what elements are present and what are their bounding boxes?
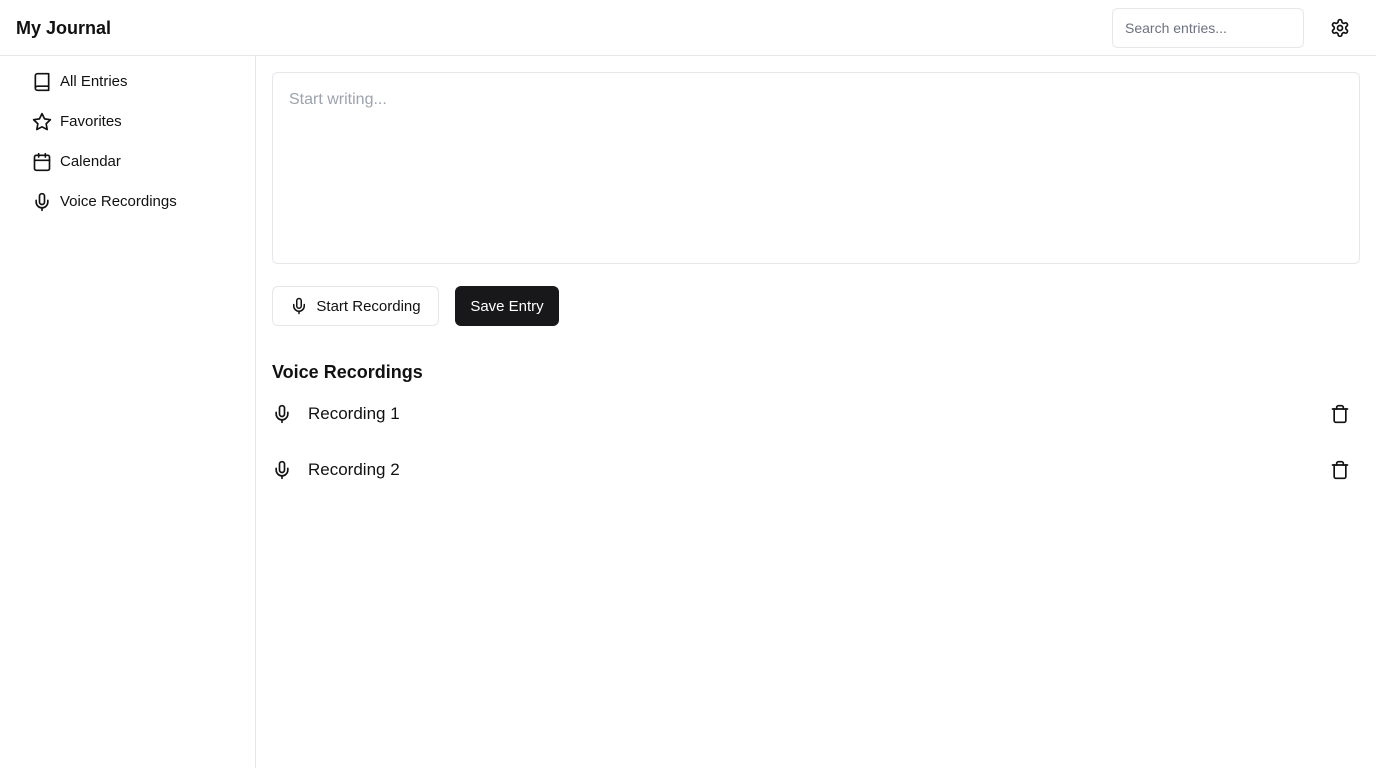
- sidebar-item-label: Voice Recordings: [60, 193, 177, 210]
- microphone-icon: [290, 297, 308, 315]
- gear-icon: [1330, 18, 1350, 38]
- recording-item[interactable]: Recording 2: [272, 450, 1360, 490]
- sidebar-item-label: Calendar: [60, 153, 121, 170]
- sidebar-item-voice-recordings[interactable]: Voice Recordings: [24, 184, 240, 220]
- journal-entry-editor[interactable]: [272, 72, 1360, 264]
- settings-button[interactable]: [1324, 12, 1356, 44]
- book-icon: [32, 72, 52, 92]
- trash-icon: [1330, 460, 1350, 480]
- sidebar: All Entries Favorites Calendar Voice Rec…: [0, 56, 256, 768]
- app-title: My Journal: [16, 18, 112, 38]
- trash-icon: [1330, 404, 1350, 424]
- sidebar-item-calendar[interactable]: Calendar: [24, 144, 240, 180]
- app-header: My Journal: [0, 0, 1376, 56]
- microphone-icon: [272, 404, 292, 424]
- save-entry-button[interactable]: Save Entry: [455, 286, 559, 326]
- sidebar-item-label: Favorites: [60, 113, 122, 130]
- sidebar-item-label: All Entries: [60, 73, 128, 90]
- recording-label: Recording 2: [308, 460, 400, 479]
- start-recording-label: Start Recording: [316, 297, 421, 315]
- sidebar-item-favorites[interactable]: Favorites: [24, 104, 240, 140]
- recording-label: Recording 1: [308, 404, 400, 423]
- calendar-icon: [32, 152, 52, 172]
- star-icon: [32, 112, 52, 132]
- microphone-icon: [272, 460, 292, 480]
- search-input[interactable]: [1112, 8, 1304, 48]
- delete-recording-button[interactable]: [1328, 458, 1352, 482]
- recording-item[interactable]: Recording 1: [272, 394, 1360, 434]
- sidebar-item-all-entries[interactable]: All Entries: [24, 64, 240, 100]
- delete-recording-button[interactable]: [1328, 402, 1352, 426]
- recordings-section-title: Voice Recordings: [272, 362, 423, 382]
- start-recording-button[interactable]: Start Recording: [272, 286, 439, 326]
- microphone-icon: [32, 192, 52, 212]
